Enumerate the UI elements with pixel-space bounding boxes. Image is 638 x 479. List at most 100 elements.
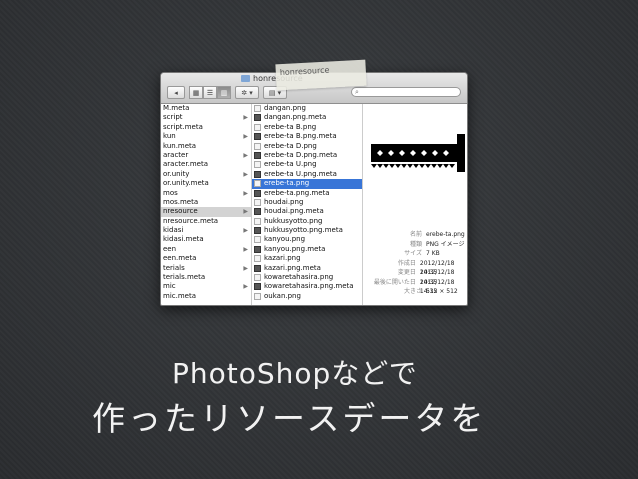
list-item[interactable]: erebe-ta U.png <box>252 160 362 169</box>
list-item[interactable]: script ▶ <box>161 113 251 122</box>
list-item-label: hukkusyotto.png.meta <box>264 226 343 235</box>
list-item[interactable]: houdai.png.meta <box>252 207 362 216</box>
list-item[interactable]: mos ▶ <box>161 189 251 198</box>
info-label: 種類 <box>409 240 422 248</box>
toolbar: ◂ ▦ ☰ ▥ ✲ ▾ ▤ ▾ <box>167 86 287 99</box>
list-item[interactable]: houdai.png <box>252 198 362 207</box>
list-item[interactable]: kowaretahasira.png.meta <box>252 282 362 291</box>
image-file-icon <box>254 198 261 206</box>
tape-decoration: honresource <box>275 59 367 91</box>
list-item[interactable]: kun.meta <box>161 142 251 151</box>
list-item[interactable]: hukkusyotto.png.meta <box>252 226 362 235</box>
info-value: erebe-ta.png <box>426 231 465 238</box>
list-item[interactable]: or.unity ▶ <box>161 170 251 179</box>
list-item[interactable]: kidasi ▶ <box>161 226 251 235</box>
list-item[interactable]: terials.meta <box>161 273 251 282</box>
list-item[interactable]: een ▶ <box>161 245 251 254</box>
list-item[interactable]: mos.meta <box>161 198 251 207</box>
list-item-label: script <box>163 113 183 122</box>
meta-file-icon <box>254 264 261 272</box>
list-item[interactable]: kanyou.png.meta <box>252 245 362 254</box>
column-browser: M.meta script ▶ script.meta kun ▶ kun.meta arac… <box>161 104 467 305</box>
info-value: 7 KB <box>426 250 440 257</box>
list-item-label: kanyou.png.meta <box>264 244 326 253</box>
list-item[interactable]: erebe-ta B.png.meta <box>252 132 362 141</box>
list-item-label: script.meta <box>163 122 203 131</box>
info-label: 名前 <box>409 231 422 238</box>
info-value: 2012/12/18 14:35 <box>419 278 455 296</box>
list-item[interactable]: kazari.png <box>252 254 362 263</box>
list-view-icon[interactable]: ☰ <box>203 86 217 99</box>
list-item-label: nresource.meta <box>163 216 219 225</box>
list-item-label: kanyou.png <box>264 235 306 244</box>
column-view-icon[interactable]: ▥ <box>217 86 231 99</box>
action-menu-button[interactable]: ✲ ▾ <box>235 86 259 99</box>
list-item[interactable]: or.unity.meta <box>161 179 251 188</box>
image-file-icon <box>254 292 261 300</box>
list-item-label: kowaretahasira.png <box>264 273 334 282</box>
list-item[interactable]: erebe-ta B.png <box>252 123 362 132</box>
list-item[interactable]: erebe-ta.png.meta <box>252 189 362 198</box>
list-item[interactable]: terials ▶ <box>161 264 251 273</box>
meta-file-icon <box>254 151 261 159</box>
list-item[interactable]: kowaretahasira.png <box>252 273 362 282</box>
list-item-label: mos.meta <box>163 197 199 206</box>
list-item-label: erebe-ta D.png.meta <box>264 150 338 159</box>
list-item[interactable]: kun ▶ <box>161 132 251 141</box>
list-item-label: een.meta <box>163 254 197 263</box>
list-item[interactable]: aracter ▶ <box>161 151 251 160</box>
list-item[interactable]: script.meta <box>161 123 251 132</box>
column-parent[interactable]: M.meta script ▶ script.meta kun ▶ kun.meta arac… <box>161 104 252 305</box>
list-item-label: erebe-ta U.png <box>264 160 317 169</box>
list-item-label: aracter.meta <box>163 160 208 169</box>
file-info: 名前 erebe-ta.png 種類 PNG イメージ サイズ 7 KB 作成日 2012/1… <box>373 230 467 297</box>
caption-line-2: 作ったリソースデータを <box>92 399 487 438</box>
list-item-label: houdai.png <box>264 197 304 206</box>
list-item[interactable]: M.meta <box>161 104 251 113</box>
list-item-label: mos <box>163 188 178 197</box>
list-item[interactable]: nresource.meta <box>161 217 251 226</box>
list-item[interactable]: oukan.png <box>252 292 362 301</box>
info-row: 変更日 2012/12/18 14:35 <box>373 268 467 286</box>
image-file-icon <box>254 161 261 169</box>
list-item[interactable]: kidasi.meta <box>161 235 251 244</box>
chevron-right-icon: ▶ <box>243 283 248 291</box>
meta-file-icon <box>254 189 261 197</box>
info-row: 大きさ 512 × 512 <box>373 287 467 297</box>
image-file-icon <box>254 217 261 225</box>
list-item[interactable]: aracter.meta <box>161 160 251 169</box>
list-item[interactable]: hukkusyotto.png <box>252 217 362 226</box>
column-files[interactable]: dangan.png dangan.png.meta erebe-ta B.png e… <box>252 104 363 305</box>
list-item[interactable]: een.meta <box>161 254 251 263</box>
image-file-icon <box>254 123 261 131</box>
list-item-label: terials.meta <box>163 273 206 282</box>
list-item[interactable]: erebe-ta D.png <box>252 142 362 151</box>
list-item-label: kun.meta <box>163 141 197 150</box>
list-item[interactable]: mic ▶ <box>161 282 251 291</box>
info-label: 最後に開いた日 <box>373 278 416 286</box>
back-button[interactable]: ◂ <box>167 86 185 99</box>
list-item[interactable]: nresource ▶ <box>161 207 251 217</box>
meta-file-icon <box>254 133 261 141</box>
list-item[interactable]: mic.meta <box>161 292 251 301</box>
list-item[interactable]: erebe-ta D.png.meta <box>252 151 362 160</box>
list-item-label: M.meta <box>163 104 190 112</box>
search-input[interactable]: ⌕ <box>351 87 461 97</box>
list-item-label: terials <box>163 263 185 272</box>
list-item[interactable]: dangan.png.meta <box>252 113 362 122</box>
list-item[interactable]: kazari.png.meta <box>252 264 362 273</box>
tape-title-text: honresource <box>279 65 330 78</box>
list-item[interactable]: dangan.png <box>252 104 362 113</box>
list-item-label: or.unity.meta <box>163 179 209 188</box>
icon-view-icon[interactable]: ▦ <box>189 86 203 99</box>
chevron-right-icon: ▶ <box>243 170 248 178</box>
image-file-icon <box>254 105 261 112</box>
list-item-label: kidasi.meta <box>163 235 204 244</box>
list-item-label: erebe-ta B.png <box>264 122 317 131</box>
list-item[interactable]: erebe-ta.png <box>252 179 362 189</box>
chevron-right-icon: ▶ <box>243 245 248 253</box>
list-item[interactable]: kanyou.png <box>252 235 362 244</box>
preview-pane: 名前 erebe-ta.png 種類 PNG イメージ サイズ 7 KB 作成日 2012/1… <box>363 104 467 305</box>
meta-file-icon <box>254 245 261 253</box>
list-item[interactable]: erebe-ta U.png.meta <box>252 170 362 179</box>
